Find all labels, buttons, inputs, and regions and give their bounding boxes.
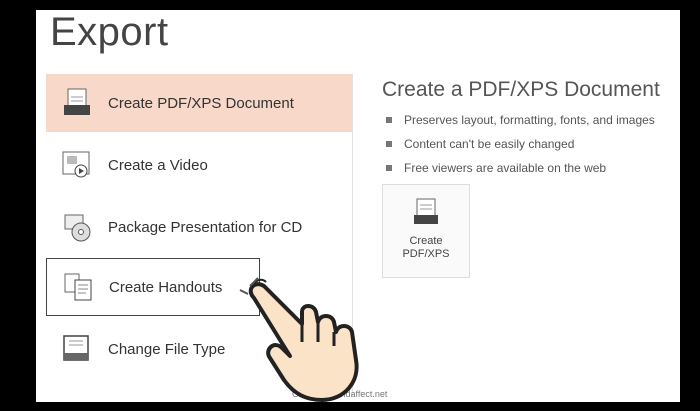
export-backstage: Export Create PDF/XPS Document Create a … (36, 10, 680, 402)
menu-item-package-presentation-cd[interactable]: Package Presentation for CD (46, 198, 352, 256)
menu-item-create-video[interactable]: Create a Video (46, 136, 352, 194)
list-item: Free viewers are available on the web (382, 156, 680, 180)
detail-title: Create a PDF/XPS Document (382, 78, 660, 101)
pdf-document-icon (60, 86, 94, 120)
pointing-hand-icon (239, 277, 359, 402)
list-item: Preserves layout, formatting, fonts, and… (382, 108, 680, 132)
page-title: Export (50, 10, 169, 54)
menu-item-label: Create a Video (108, 156, 208, 174)
create-pdf-xps-button[interactable]: Create PDF/XPS (382, 184, 470, 278)
package-cd-icon (60, 210, 94, 244)
pdf-xps-icon (411, 197, 441, 231)
button-label-line2: PDF/XPS (402, 248, 450, 260)
menu-item-create-handouts[interactable]: Create Handouts (46, 258, 260, 316)
menu-item-label: Package Presentation for CD (108, 218, 303, 236)
file-type-icon (60, 332, 94, 366)
menu-item-label: Create Handouts (109, 278, 223, 296)
menu-item-create-pdf-xps[interactable]: Create PDF/XPS Document (46, 74, 352, 132)
menu-item-label: Create PDF/XPS Document (108, 94, 294, 112)
button-label-line1: Create (409, 235, 443, 247)
detail-pane: Create a PDF/XPS Document Preserves layo… (382, 78, 680, 180)
bullet-icon (386, 117, 392, 123)
video-icon (60, 148, 94, 182)
handouts-icon (61, 270, 95, 304)
bullet-icon (386, 141, 392, 147)
menu-item-label: Change File Type (108, 340, 226, 358)
feature-list: Preserves layout, formatting, fonts, and… (382, 108, 680, 180)
bullet-icon (386, 165, 392, 171)
list-item: Content can't be easily changed (382, 132, 680, 156)
